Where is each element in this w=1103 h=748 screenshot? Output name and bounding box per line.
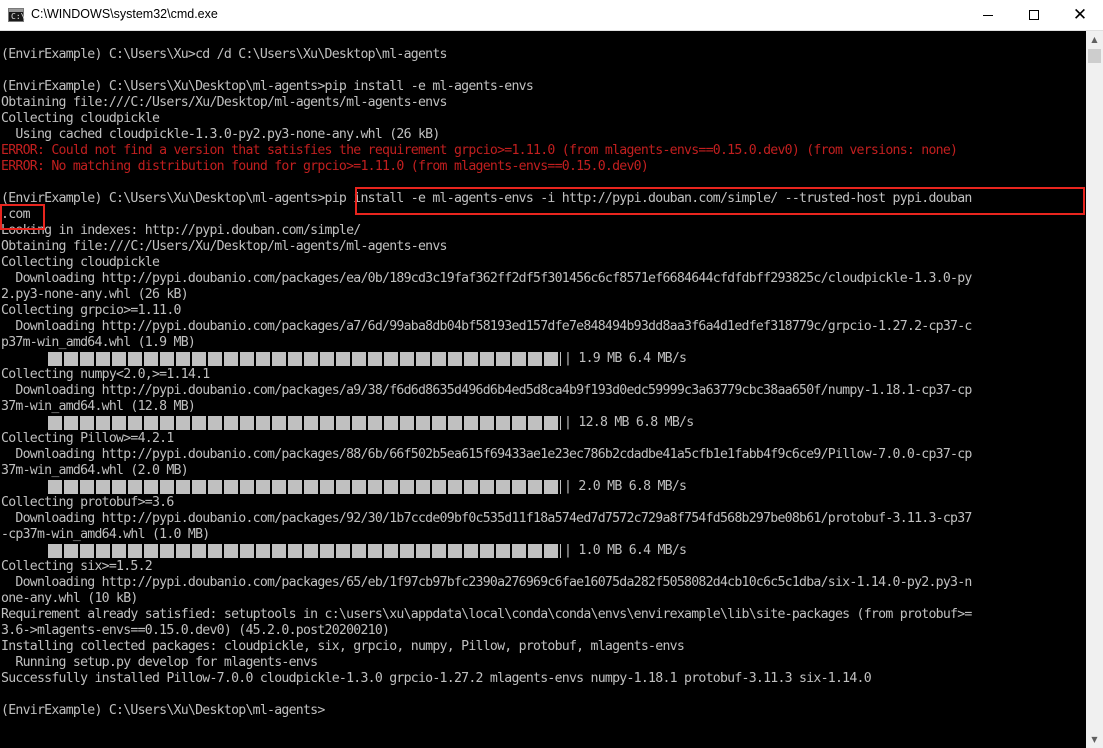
console-line: 3.6->mlagents-envs==0.15.0.dev0) (45.2.0… (1, 623, 390, 638)
console-line: Obtaining file:///C:/Users/Xu/Desktop/ml… (1, 95, 448, 110)
console-line: Collecting cloudpickle (1, 255, 160, 270)
console-line: 37m-win_amd64.whl (12.8 MB) (1, 399, 196, 414)
console-line: Collecting numpy<2.0,>=1.14.1 (1, 367, 210, 382)
maximize-button[interactable] (1011, 0, 1057, 30)
console-line: Collecting Pillow>=4.2.1 (1, 431, 174, 446)
close-icon: ✕ (1072, 4, 1088, 25)
console-line: 2.py3-none-any.whl (26 kB) (1, 287, 189, 302)
vertical-scrollbar[interactable]: ▲ ▼ (1086, 31, 1103, 748)
cmd-app-icon[interactable]: C:\ (8, 8, 26, 22)
console-line: (EnvirExample) C:\Users\Xu\Desktop\ml-ag… (1, 191, 972, 206)
console-line: Collecting six>=1.5.2 (1, 559, 153, 574)
minimize-icon (983, 14, 993, 16)
console-line: (EnvirExample) C:\Users\Xu\Desktop\ml-ag… (1, 79, 534, 94)
cmd-window: C:\ C:\WINDOWS\system32\cmd.exe ✕ (Envir… (0, 0, 1103, 748)
console-line: Installing collected packages: cloudpick… (1, 639, 685, 654)
console-line: Looking in indexes: http://pypi.douban.c… (1, 223, 361, 238)
console-line: -cp37m-win_amd64.whl (1.0 MB) (1, 527, 210, 542)
console-line: Using cached cloudpickle-1.3.0-py2.py3-n… (1, 127, 440, 142)
console-line: Downloading http://pypi.doubanio.com/pac… (1, 575, 972, 590)
download-progress-bar (48, 351, 561, 367)
console-line: Downloading http://pypi.doubanio.com/pac… (1, 271, 972, 286)
console-line: Successfully installed Pillow-7.0.0 clou… (1, 671, 872, 686)
download-progress-bar (48, 543, 561, 559)
console-error-line: ERROR: No matching distribution found fo… (1, 159, 649, 174)
console-output[interactable]: (EnvirExample) C:\Users\Xu>cd /d C:\User… (0, 31, 1086, 748)
console-line: Downloading http://pypi.doubanio.com/pac… (1, 319, 972, 334)
console-line: one-any.whl (10 kB) (1, 591, 138, 606)
title-bar[interactable]: C:\ C:\WINDOWS\system32\cmd.exe ✕ (0, 0, 1103, 31)
maximize-icon (1029, 10, 1039, 20)
minimize-button[interactable] (965, 0, 1011, 30)
console-error-line: ERROR: Could not find a version that sat… (1, 143, 958, 158)
scroll-down-icon[interactable]: ▼ (1086, 731, 1103, 748)
download-progress-line: | 1.9 MB 6.4 MB/s (1, 351, 972, 367)
console-line: Downloading http://pypi.doubanio.com/pac… (1, 511, 972, 526)
download-progress-line: | 1.0 MB 6.4 MB/s (1, 543, 972, 559)
scrollbar-thumb[interactable] (1088, 49, 1101, 63)
console-line: Downloading http://pypi.doubanio.com/pac… (1, 383, 972, 398)
console-line: 37m-win_amd64.whl (2.0 MB) (1, 463, 189, 478)
console-line: p37m-win_amd64.whl (1.9 MB) (1, 335, 196, 350)
console-line: .com (1, 207, 31, 222)
console-line: Running setup.py develop for mlagents-en… (1, 655, 318, 670)
download-progress-text: | 1.0 MB 6.4 MB/s (564, 543, 687, 558)
console-line: (EnvirExample) C:\Users\Xu\Desktop\ml-ag… (1, 703, 325, 718)
console-lines: (EnvirExample) C:\Users\Xu>cd /d C:\User… (1, 47, 972, 719)
download-progress-text: | 1.9 MB 6.4 MB/s (564, 351, 687, 366)
console-line: (EnvirExample) C:\Users\Xu>cd /d C:\User… (1, 47, 448, 62)
console-line: Collecting grpcio>=1.11.0 (1, 303, 181, 318)
window-title: C:\WINDOWS\system32\cmd.exe (31, 7, 218, 21)
download-progress-text: | 12.8 MB 6.8 MB/s (564, 415, 694, 430)
close-button[interactable]: ✕ (1057, 0, 1103, 30)
download-progress-line: | 12.8 MB 6.8 MB/s (1, 415, 972, 431)
console-line: Collecting cloudpickle (1, 111, 160, 126)
console-line: Requirement already satisfied: setuptool… (1, 607, 972, 622)
download-progress-bar (48, 415, 561, 431)
download-progress-text: | 2.0 MB 6.8 MB/s (564, 479, 687, 494)
scroll-up-icon[interactable]: ▲ (1086, 31, 1103, 48)
download-progress-bar (48, 479, 561, 495)
console-line: Obtaining file:///C:/Users/Xu/Desktop/ml… (1, 239, 448, 254)
console-line: Collecting protobuf>=3.6 (1, 495, 174, 510)
console-line: Downloading http://pypi.doubanio.com/pac… (1, 447, 972, 462)
download-progress-line: | 2.0 MB 6.8 MB/s (1, 479, 972, 495)
cmd-app-icon-text: C:\ (11, 12, 26, 21)
